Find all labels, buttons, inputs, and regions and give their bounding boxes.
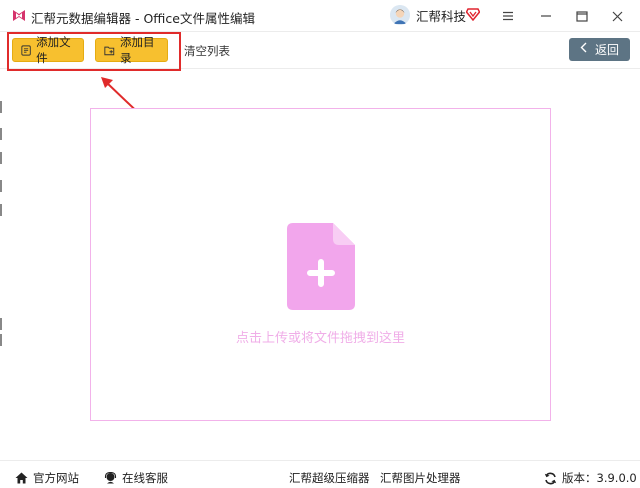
annotation-highlight-box xyxy=(7,32,181,71)
back-button[interactable]: 返回 xyxy=(569,38,630,61)
maximize-icon[interactable] xyxy=(571,6,593,26)
edge-mark xyxy=(0,204,2,216)
avatar[interactable] xyxy=(390,5,410,25)
window-title: 汇帮元数据编辑器 - Office文件属性编辑 xyxy=(31,11,255,26)
home-icon xyxy=(15,472,28,484)
app-logo-icon xyxy=(13,10,25,21)
close-icon[interactable] xyxy=(606,6,628,26)
clear-list-button[interactable]: 清空列表 xyxy=(184,43,230,59)
minimize-icon[interactable] xyxy=(535,6,557,26)
title-bar: 汇帮元数据编辑器 - Office文件属性编辑 汇帮科技 xyxy=(0,0,640,32)
official-website-link[interactable]: 官方网站 xyxy=(15,470,79,486)
edge-mark xyxy=(0,101,2,113)
official-website-label: 官方网站 xyxy=(33,471,79,485)
version-info: 版本：3.9.0.0 xyxy=(544,470,637,486)
drop-hint-text: 点击上传或将文件拖拽到这里 xyxy=(235,331,405,346)
status-bar: 官方网站 在线客服 汇帮超级压缩器 汇帮图片处理器 版本：3.9.0.0 xyxy=(0,462,640,488)
edge-mark xyxy=(0,180,2,192)
compressor-link[interactable]: 汇帮超级压缩器 xyxy=(289,470,370,486)
refresh-icon[interactable] xyxy=(544,472,557,485)
edge-mark xyxy=(0,318,2,330)
file-drop-zone[interactable]: 点击上传或将文件拖拽到这里 xyxy=(90,108,551,421)
back-label: 返回 xyxy=(594,43,619,57)
version-label: 版本：3.9.0.0 xyxy=(562,471,637,485)
support-icon xyxy=(104,472,117,484)
edge-mark xyxy=(0,128,2,140)
edge-mark xyxy=(0,152,2,164)
online-support-label: 在线客服 xyxy=(122,471,168,485)
file-add-icon xyxy=(287,223,355,310)
brand-account[interactable]: 汇帮科技 xyxy=(390,5,466,25)
edge-mark xyxy=(0,334,2,346)
image-tool-link[interactable]: 汇帮图片处理器 xyxy=(380,470,461,486)
online-support-link[interactable]: 在线客服 xyxy=(104,470,168,486)
brand-name: 汇帮科技 xyxy=(416,8,467,24)
chevron-left-icon xyxy=(580,42,587,57)
menu-icon[interactable] xyxy=(497,6,519,26)
vip-diamond-icon[interactable] xyxy=(466,8,480,21)
status-divider xyxy=(0,460,640,461)
